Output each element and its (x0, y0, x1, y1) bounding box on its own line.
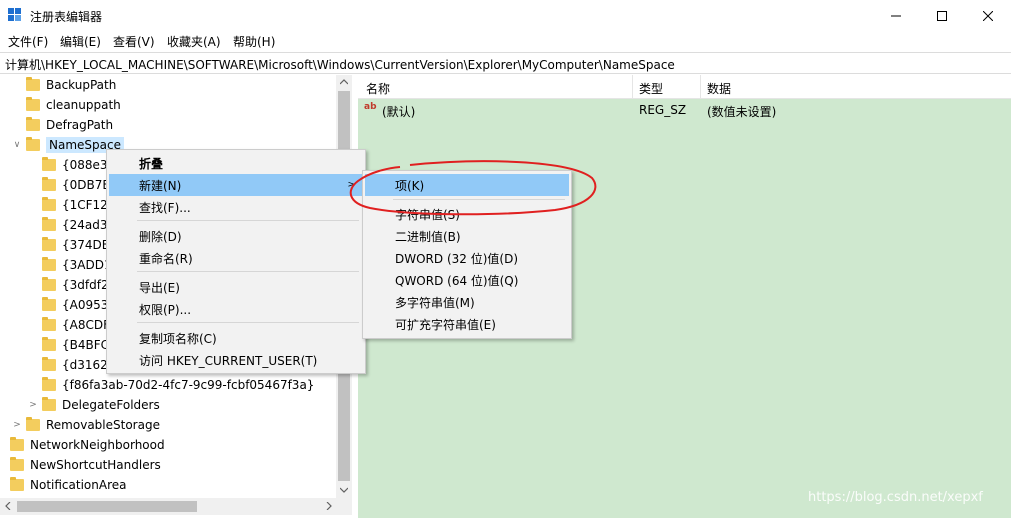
expand-arrow-icon[interactable]: ∨ (12, 140, 22, 150)
folder-icon (42, 177, 56, 191)
tree-item[interactable]: BackupPath (12, 75, 116, 95)
window-title: 注册表编辑器 (30, 10, 103, 24)
tree-item[interactable]: {d3162b (28, 355, 115, 375)
minimize-button[interactable] (873, 0, 919, 31)
regedit-window: 注册表编辑器 文件(F) 编辑(E) 查看(V) 收藏夹(A) 帮助(H) 计算… (0, 0, 1011, 518)
menu-help[interactable]: 帮助(H) (233, 33, 275, 50)
tree-horizontal-scrollbar[interactable] (0, 498, 352, 515)
expand-arrow-icon[interactable]: > (12, 420, 22, 430)
tree-item[interactable]: {088e39 (28, 155, 115, 175)
folder-icon (42, 197, 56, 211)
value-type: REG_SZ (639, 103, 687, 117)
tree-item[interactable]: {3dfdf2 (28, 275, 109, 295)
tree-hscroll-thumb[interactable] (17, 501, 197, 512)
maximize-icon (937, 10, 947, 21)
menu-item-collapse[interactable]: 折叠 (109, 152, 363, 174)
column-header-data[interactable]: 数据 (707, 80, 731, 97)
folder-icon (42, 317, 56, 331)
folder-icon (26, 117, 40, 131)
folder-icon (42, 297, 56, 311)
menu-item-new-multi-string[interactable]: 多字符串值(M) (365, 291, 569, 313)
folder-icon (42, 157, 56, 171)
string-value-icon: ab (364, 102, 377, 112)
folder-icon (42, 277, 56, 291)
menu-item-find[interactable]: 查找(F)... (109, 196, 363, 218)
tree-item[interactable]: > DelegateFolders (28, 395, 160, 415)
maximize-button[interactable] (919, 0, 965, 31)
menu-item-delete[interactable]: 删除(D) (109, 225, 363, 247)
folder-icon (42, 377, 56, 391)
folder-icon (26, 97, 40, 111)
folder-icon (10, 477, 24, 491)
folder-icon (42, 337, 56, 351)
menu-item-goto-hkcu[interactable]: 访问 HKEY_CURRENT_USER(T) (109, 349, 363, 371)
expand-arrow-icon[interactable]: > (28, 400, 38, 410)
scroll-up-icon[interactable] (340, 79, 348, 85)
scroll-left-icon[interactable] (5, 502, 11, 510)
tree-item[interactable]: {0DB7E (28, 175, 110, 195)
folder-icon (42, 237, 56, 251)
tree-item[interactable]: cleanuppath (12, 95, 121, 115)
menu-file[interactable]: 文件(F) (8, 33, 48, 50)
tree-item[interactable]: DefragPath (12, 115, 113, 135)
tree-item[interactable]: {A0953 (28, 295, 108, 315)
value-name: (默认) (382, 105, 416, 119)
menu-separator (137, 220, 359, 221)
column-header-type[interactable]: 类型 (639, 80, 663, 97)
menu-item-copy-key-name[interactable]: 复制项名称(C) (109, 327, 363, 349)
red-circle-annotation (349, 160, 597, 216)
address-bar[interactable]: 计算机\HKEY_LOCAL_MACHINE\SOFTWARE\Microsof… (0, 52, 1011, 74)
menu-item-new-qword[interactable]: QWORD (64 位)值(Q) (365, 269, 569, 291)
watermark-text: https://blog.csdn.net/xepxf (808, 490, 983, 505)
value-data: (数值未设置) (707, 105, 777, 119)
folder-icon (26, 417, 40, 431)
folder-icon (26, 77, 40, 91)
column-header-name[interactable]: 名称 (366, 80, 390, 97)
values-header: 名称 类型 数据 (358, 75, 1011, 99)
tree-item[interactable]: {1CF126 (28, 195, 115, 215)
tree-item[interactable]: {374DE (28, 235, 109, 255)
close-icon (983, 10, 993, 21)
menu-separator (137, 271, 359, 272)
menu-item-permissions[interactable]: 权限(P)... (109, 298, 363, 320)
menu-edit[interactable]: 编辑(E) (60, 33, 101, 50)
value-row-default[interactable]: ab (默认) REG_SZ (数值未设置) (358, 100, 1011, 120)
scroll-down-icon[interactable] (340, 487, 348, 493)
title-bar: 注册表编辑器 (0, 0, 1011, 31)
menu-favorites[interactable]: 收藏夹(A) (167, 33, 221, 50)
folder-icon (10, 457, 24, 471)
menu-item-new-dword[interactable]: DWORD (32 位)值(D) (365, 247, 569, 269)
folder-icon (26, 137, 40, 151)
tree-item[interactable]: {A8CDF (28, 315, 110, 335)
menu-view[interactable]: 查看(V) (113, 33, 155, 50)
menu-item-rename[interactable]: 重命名(R) (109, 247, 363, 269)
folder-icon (42, 357, 56, 371)
menu-bar: 文件(F) 编辑(E) 查看(V) 收藏夹(A) 帮助(H) (0, 31, 1011, 51)
folder-icon (42, 217, 56, 231)
folder-icon (10, 437, 24, 451)
minimize-icon (891, 15, 901, 16)
menu-item-new-binary[interactable]: 二进制值(B) (365, 225, 569, 247)
column-separator[interactable] (632, 75, 633, 99)
menu-separator (137, 322, 359, 323)
menu-item-new-expandable-string[interactable]: 可扩充字符串值(E) (365, 313, 569, 335)
tree-item[interactable]: NewShortcutHandlers (0, 455, 161, 475)
column-separator[interactable] (700, 75, 701, 99)
address-path: 计算机\HKEY_LOCAL_MACHINE\SOFTWARE\Microsof… (5, 58, 675, 72)
folder-icon (42, 397, 56, 411)
tree-item[interactable]: > RemovableStorage (12, 415, 160, 435)
tree-item[interactable]: NetworkNeighborhood (0, 435, 165, 455)
menu-item-new[interactable]: 新建(N) > (109, 174, 363, 196)
tree-item[interactable]: {3ADD1 (28, 255, 112, 275)
folder-icon (42, 257, 56, 271)
close-button[interactable] (965, 0, 1011, 31)
scroll-right-icon[interactable] (326, 502, 332, 510)
menu-item-export[interactable]: 导出(E) (109, 276, 363, 298)
tree-item[interactable]: {f86fa3ab-70d2-4fc7-9c99-fcbf05467f3a} (28, 375, 314, 395)
tree-item[interactable]: {24ad3a (28, 215, 115, 235)
tree-context-menu: 折叠 新建(N) > 查找(F)... 删除(D) 重命名(R) 导出(E) 权限… (106, 149, 366, 374)
tree-item[interactable]: {B4BFC (28, 335, 109, 355)
tree-item[interactable]: NotificationArea (0, 475, 126, 495)
regedit-app-icon (8, 8, 22, 22)
